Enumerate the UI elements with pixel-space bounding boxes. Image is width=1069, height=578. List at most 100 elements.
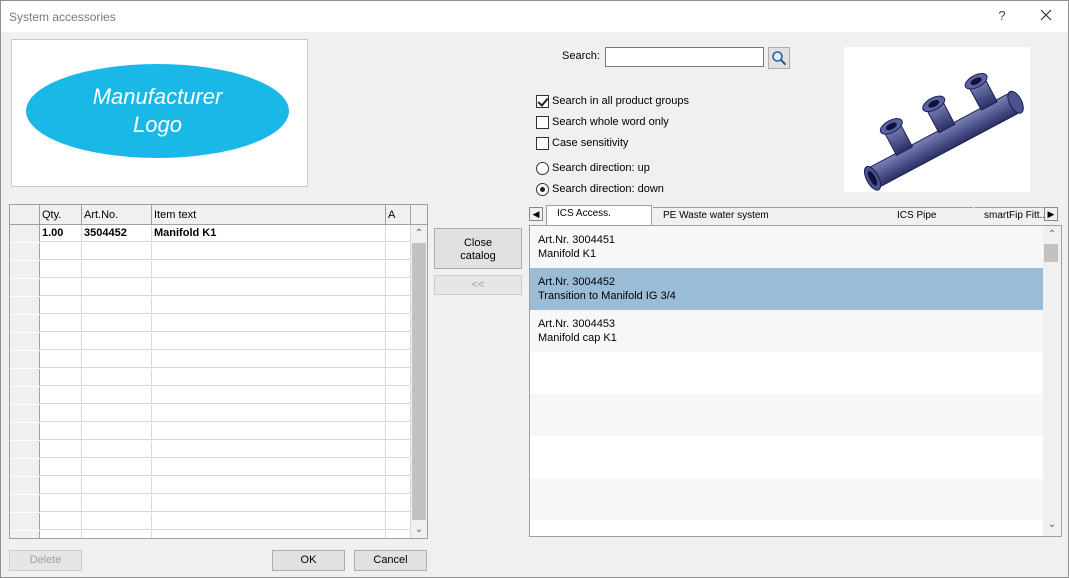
cell-art-no[interactable] bbox=[82, 243, 152, 260]
cell-qty[interactable]: 1.00 bbox=[40, 225, 82, 242]
cell-art-no[interactable] bbox=[82, 531, 152, 538]
table-row[interactable] bbox=[10, 477, 411, 494]
help-button[interactable]: ? bbox=[994, 8, 1010, 23]
scroll-up-arrow-icon[interactable]: ⌃ bbox=[1043, 226, 1061, 243]
cell-qty[interactable] bbox=[40, 441, 82, 458]
column-header-a[interactable]: A bbox=[386, 205, 411, 225]
cell-item-text[interactable] bbox=[152, 387, 386, 404]
grid-scrollbar[interactable]: ⌃ ⌄ bbox=[411, 225, 427, 538]
cell-a[interactable] bbox=[386, 261, 411, 278]
scroll-down-arrow-icon[interactable]: ⌄ bbox=[411, 521, 427, 538]
cell-art-no[interactable]: 3504452 bbox=[82, 225, 152, 242]
cell-a[interactable] bbox=[386, 297, 411, 314]
cell-art-no[interactable] bbox=[82, 279, 152, 296]
table-row[interactable] bbox=[10, 441, 411, 458]
search-input[interactable] bbox=[605, 47, 764, 67]
table-row[interactable] bbox=[10, 279, 411, 296]
delete-button[interactable]: Delete bbox=[9, 550, 82, 571]
table-row[interactable] bbox=[10, 423, 411, 440]
cell-item-text[interactable] bbox=[152, 315, 386, 332]
cell-art-no[interactable] bbox=[82, 459, 152, 476]
close-button[interactable] bbox=[1037, 6, 1055, 24]
scroll-down-arrow-icon[interactable]: ⌄ bbox=[1043, 516, 1061, 533]
cell-art-no[interactable] bbox=[82, 441, 152, 458]
table-row[interactable] bbox=[10, 297, 411, 314]
cell-qty[interactable] bbox=[40, 315, 82, 332]
cell-a[interactable] bbox=[386, 369, 411, 386]
cell-art-no[interactable] bbox=[82, 351, 152, 368]
cell-qty[interactable] bbox=[40, 423, 82, 440]
radio-button[interactable] bbox=[536, 161, 549, 175]
checkbox-option[interactable]: Search whole word only bbox=[536, 114, 669, 130]
cell-art-no[interactable] bbox=[82, 387, 152, 404]
cell-qty[interactable] bbox=[40, 279, 82, 296]
cell-qty[interactable] bbox=[40, 513, 82, 530]
table-row[interactable] bbox=[10, 369, 411, 386]
cell-item-text[interactable] bbox=[152, 333, 386, 350]
list-item[interactable]: Art.Nr. 3004451 Manifold K1 bbox=[530, 226, 1043, 268]
tab-smartfip-fitt[interactable]: smartFip Fitt... bbox=[974, 207, 1044, 224]
catalog-scrollbar[interactable]: ⌃ ⌄ bbox=[1043, 226, 1061, 536]
cell-qty[interactable] bbox=[40, 477, 82, 494]
search-button[interactable] bbox=[768, 47, 790, 69]
checkbox[interactable] bbox=[536, 94, 549, 108]
cell-item-text[interactable] bbox=[152, 369, 386, 386]
cell-item-text[interactable]: Manifold K1 bbox=[152, 225, 386, 242]
cell-a[interactable] bbox=[386, 495, 411, 512]
cell-item-text[interactable] bbox=[152, 477, 386, 494]
column-header-qty[interactable]: Qty. bbox=[40, 205, 82, 225]
table-row[interactable] bbox=[10, 333, 411, 350]
list-item[interactable] bbox=[530, 478, 1043, 520]
ok-button[interactable]: OK bbox=[272, 550, 345, 571]
cell-a[interactable] bbox=[386, 279, 411, 296]
cell-a[interactable] bbox=[386, 387, 411, 404]
table-row[interactable] bbox=[10, 315, 411, 332]
table-row[interactable] bbox=[10, 459, 411, 476]
cell-art-no[interactable] bbox=[82, 513, 152, 530]
cell-qty[interactable] bbox=[40, 369, 82, 386]
table-row[interactable] bbox=[10, 513, 411, 530]
scroll-up-arrow-icon[interactable]: ⌃ bbox=[411, 225, 427, 242]
cell-a[interactable] bbox=[386, 243, 411, 260]
cell-a[interactable] bbox=[386, 315, 411, 332]
checkbox[interactable] bbox=[536, 136, 549, 150]
cell-art-no[interactable] bbox=[82, 495, 152, 512]
cell-a[interactable] bbox=[386, 477, 411, 494]
tab-scroll-left-icon[interactable]: ◀ bbox=[529, 207, 543, 221]
cell-item-text[interactable] bbox=[152, 297, 386, 314]
table-row[interactable] bbox=[10, 531, 411, 538]
cell-qty[interactable] bbox=[40, 333, 82, 350]
cell-item-text[interactable] bbox=[152, 513, 386, 530]
cell-qty[interactable] bbox=[40, 351, 82, 368]
cell-qty[interactable] bbox=[40, 459, 82, 476]
cell-a[interactable] bbox=[386, 513, 411, 530]
cell-a[interactable] bbox=[386, 441, 411, 458]
tab-ics-access[interactable]: ICS Access. bbox=[546, 205, 652, 225]
cell-a[interactable] bbox=[386, 225, 411, 242]
cell-art-no[interactable] bbox=[82, 477, 152, 494]
cell-qty[interactable] bbox=[40, 387, 82, 404]
cell-item-text[interactable] bbox=[152, 261, 386, 278]
table-row[interactable] bbox=[10, 243, 411, 260]
list-item[interactable]: Art.Nr. 3004452 Transition to Manifold IG… bbox=[530, 268, 1043, 310]
table-row[interactable] bbox=[10, 387, 411, 404]
cell-a[interactable] bbox=[386, 333, 411, 350]
transfer-back-button[interactable]: << bbox=[434, 275, 522, 295]
tab-ics-pipe[interactable]: ICS Pipe bbox=[887, 207, 973, 224]
cell-item-text[interactable] bbox=[152, 459, 386, 476]
cell-art-no[interactable] bbox=[82, 423, 152, 440]
close-catalog-button[interactable]: Close catalog bbox=[434, 228, 522, 269]
checkbox[interactable] bbox=[536, 115, 549, 129]
cell-art-no[interactable] bbox=[82, 297, 152, 314]
list-item[interactable] bbox=[530, 352, 1043, 394]
table-row[interactable] bbox=[10, 495, 411, 512]
cell-item-text[interactable] bbox=[152, 405, 386, 422]
list-item[interactable]: Art.Nr. 3004453 Manifold cap K1 bbox=[530, 310, 1043, 352]
column-header-art-no[interactable]: Art.No. bbox=[82, 205, 152, 225]
cell-art-no[interactable] bbox=[82, 315, 152, 332]
radio-option[interactable]: Search direction: down bbox=[536, 181, 664, 197]
table-row[interactable] bbox=[10, 405, 411, 422]
cell-item-text[interactable] bbox=[152, 351, 386, 368]
cancel-button[interactable]: Cancel bbox=[354, 550, 427, 571]
cell-a[interactable] bbox=[386, 459, 411, 476]
